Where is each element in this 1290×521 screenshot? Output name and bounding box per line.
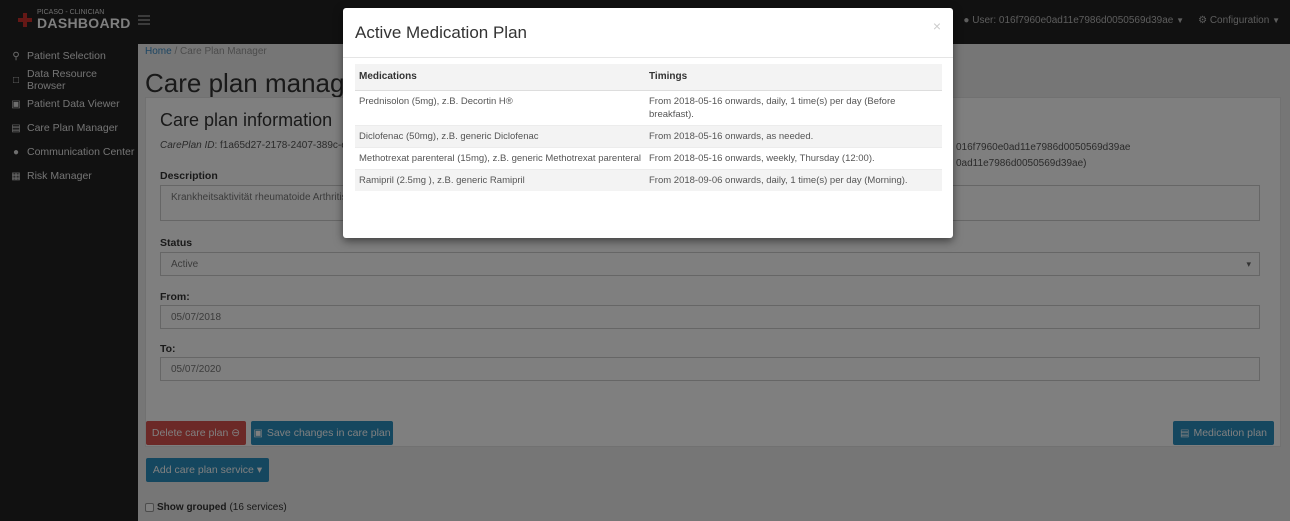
medication-cell: Prednisolon (5mg), z.B. Decortin H® <box>355 89 645 125</box>
active-medication-plan-modal: Active Medication Plan × Medications Tim… <box>343 8 953 238</box>
timing-cell: From 2018-05-16 onwards, as needed. <box>645 124 942 147</box>
modal-title: Active Medication Plan <box>355 23 527 42</box>
timing-cell: From 2018-05-16 onwards, weekly, Thursda… <box>645 146 942 169</box>
close-icon[interactable]: × <box>933 18 941 34</box>
medication-cell: Diclofenac (50mg), z.B. generic Diclofen… <box>355 124 645 147</box>
column-header-medications: Medications <box>355 64 645 91</box>
timing-cell: From 2018-09-06 onwards, daily, 1 time(s… <box>645 168 942 191</box>
timing-cell: From 2018-05-16 onwards, daily, 1 time(s… <box>645 89 942 125</box>
modal-divider <box>343 57 953 58</box>
table-row: Methotrexat parenteral (15mg), z.B. gene… <box>355 146 942 169</box>
column-header-timings: Timings <box>645 64 942 91</box>
table-row: Ramipril (2.5mg ), z.B. generic Ramipril… <box>355 168 942 191</box>
medication-cell: Ramipril (2.5mg ), z.B. generic Ramipril <box>355 168 645 191</box>
table-header-row: Medications Timings <box>355 64 942 91</box>
table-row: Prednisolon (5mg), z.B. Decortin H® From… <box>355 89 942 125</box>
medication-table: Medications Timings Prednisolon (5mg), z… <box>355 64 942 191</box>
table-row: Diclofenac (50mg), z.B. generic Diclofen… <box>355 124 942 147</box>
medication-cell: Methotrexat parenteral (15mg), z.B. gene… <box>355 146 645 169</box>
